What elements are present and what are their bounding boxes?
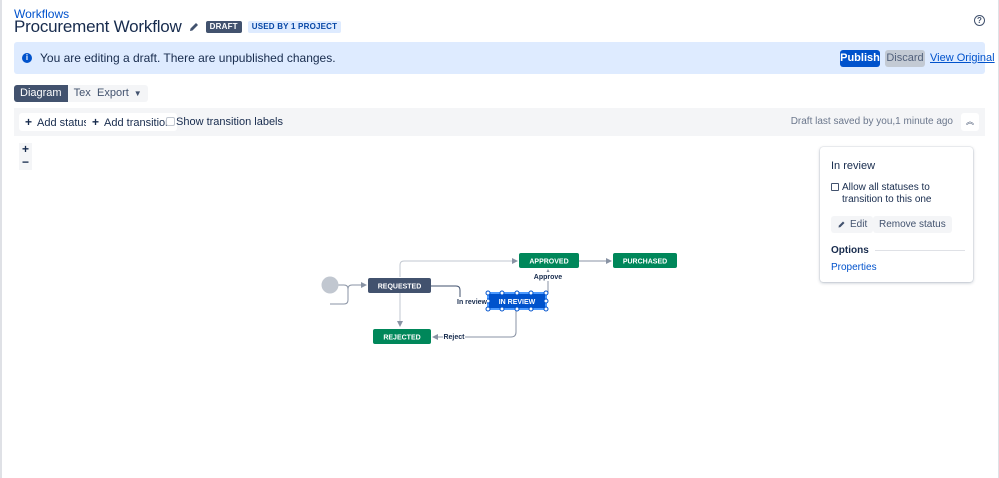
remove-status-button[interactable]: Remove status	[873, 216, 952, 233]
panel-title: In review	[831, 160, 876, 172]
start-node[interactable]	[321, 276, 339, 294]
transition-label-approve[interactable]: Approve	[534, 274, 563, 281]
status-requested-label: REQUESTED	[378, 284, 422, 291]
allow-all-statuses-checkbox[interactable]	[831, 183, 839, 191]
pencil-icon	[838, 221, 845, 228]
status-details-panel: In review Allow all statuses to transiti…	[820, 147, 973, 282]
properties-link[interactable]: Properties	[831, 262, 877, 273]
edit-status-button[interactable]: Edit	[831, 216, 874, 233]
transition-label-reject[interactable]: Reject	[443, 334, 465, 341]
options-divider	[875, 250, 965, 251]
allow-all-statuses-label: Allow all statuses to transition to this…	[842, 182, 932, 205]
status-rejected-label: REJECTED	[383, 335, 420, 342]
transition-label-in-review[interactable]: In review	[457, 299, 488, 306]
status-approved-label: APPROVED	[529, 259, 568, 266]
transition-start-to-requested[interactable]	[347, 282, 367, 290]
status-purchased-label: PURCHASED	[623, 259, 667, 266]
transition-requested-approved[interactable]	[399, 258, 518, 277]
status-in-review-label: IN REVIEW	[499, 299, 536, 306]
edit-status-label: Edit	[850, 219, 868, 230]
options-heading: Options	[831, 245, 869, 256]
